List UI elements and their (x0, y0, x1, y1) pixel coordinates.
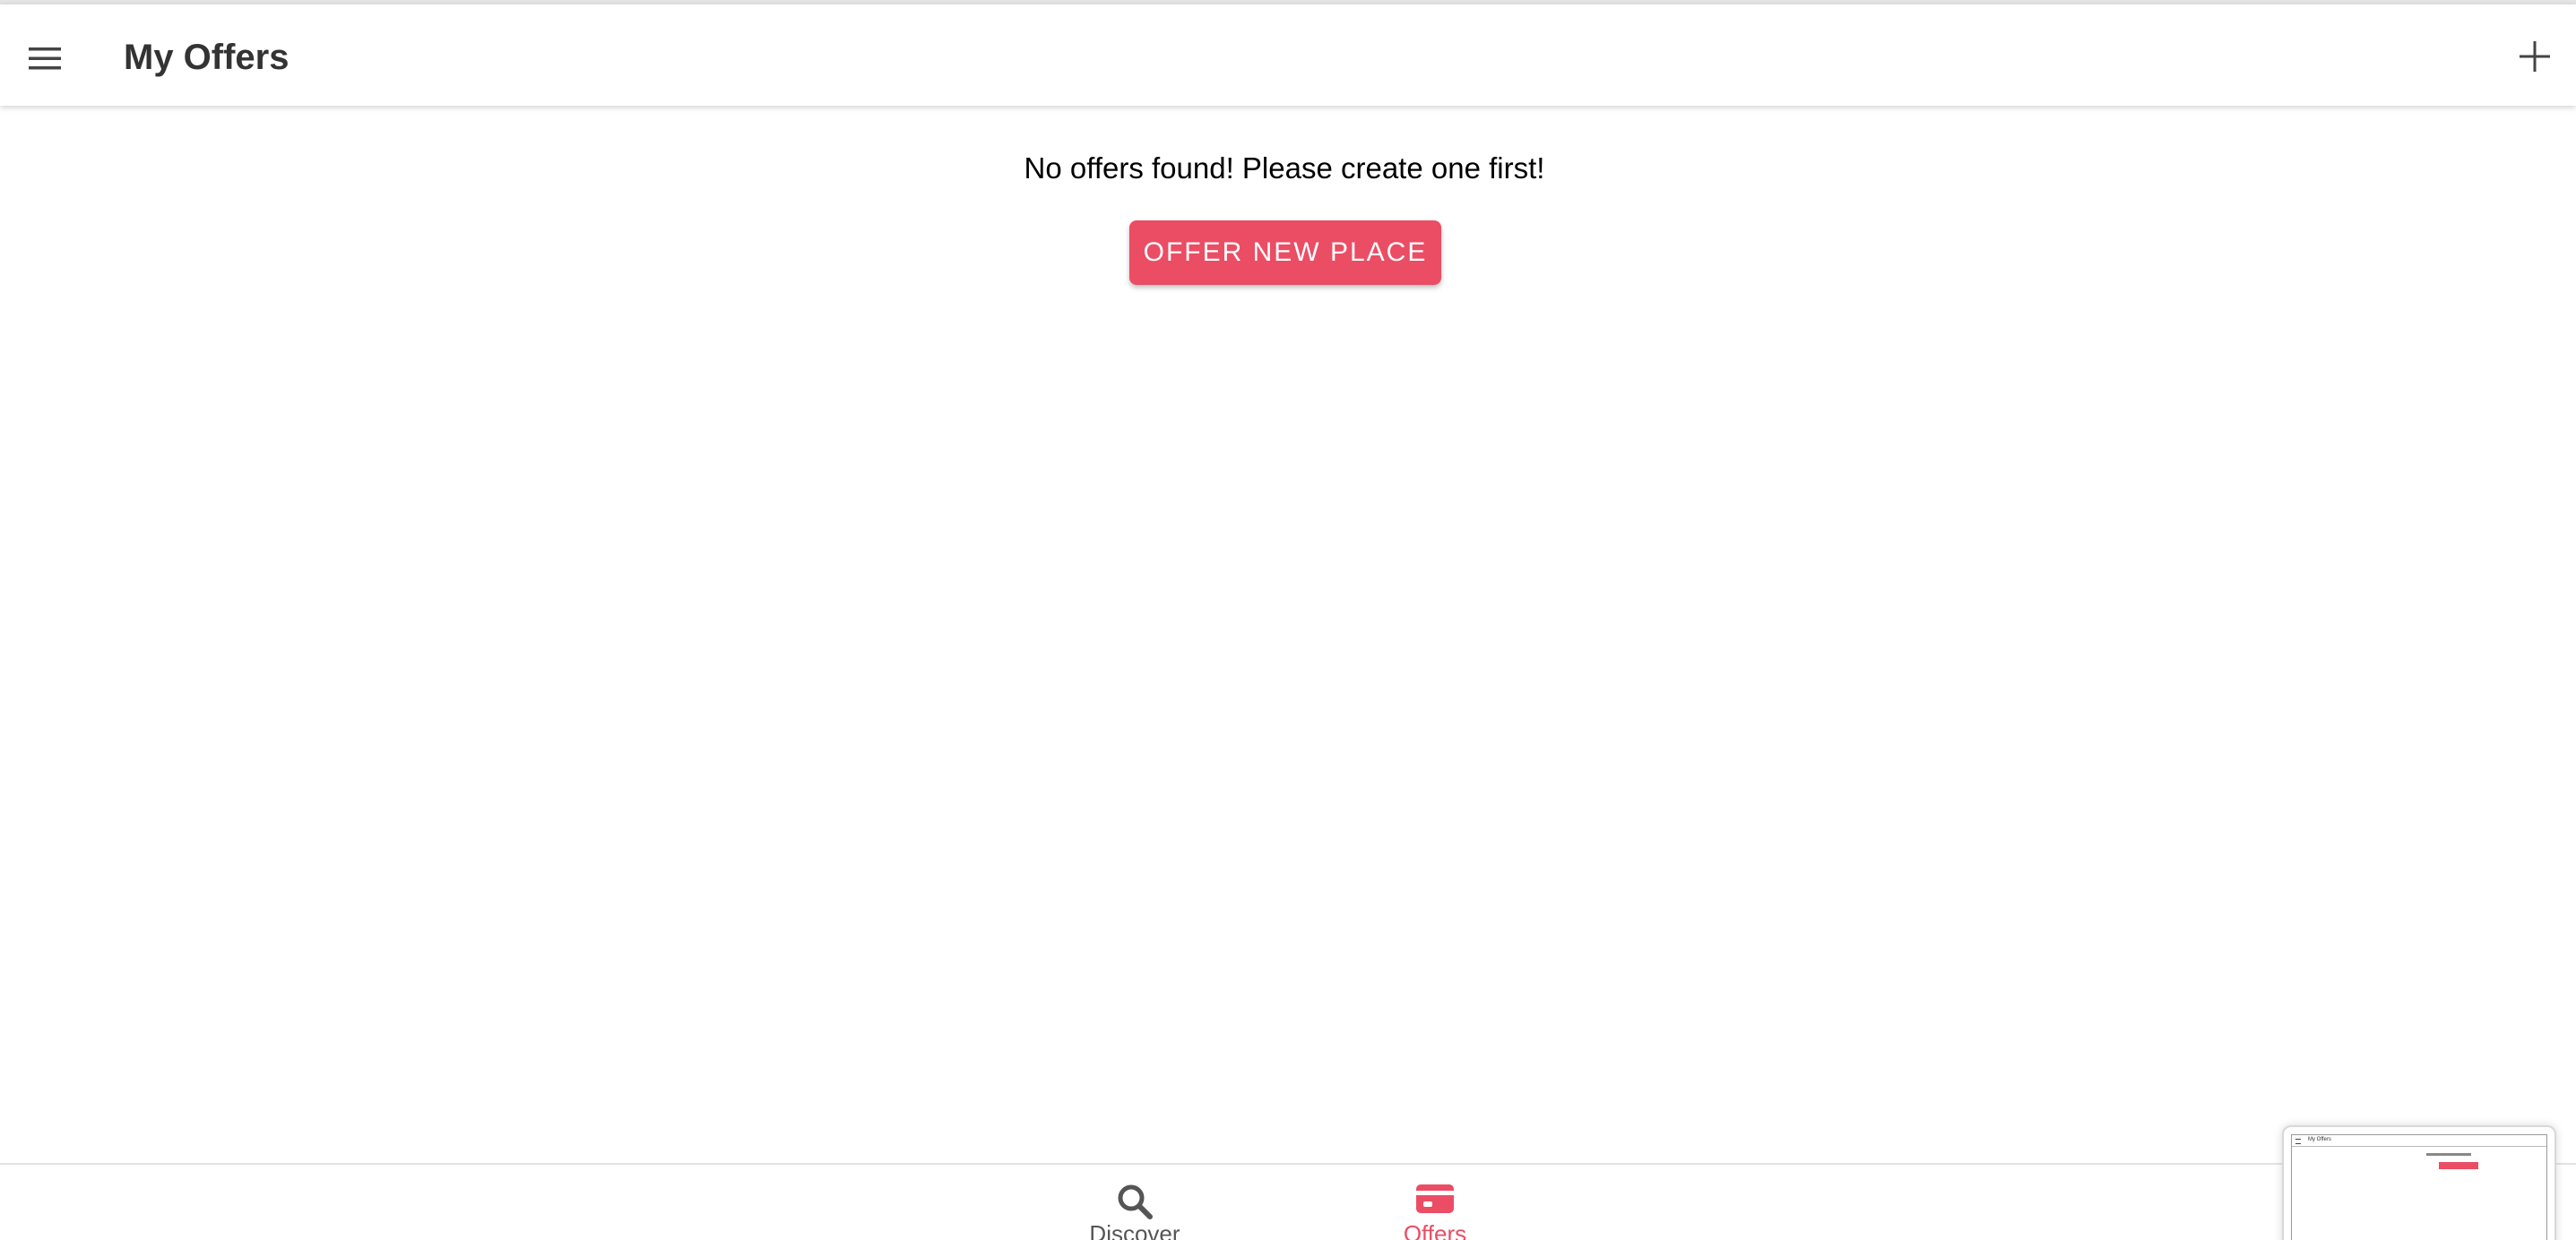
tab-offers[interactable]: Offers (1345, 1183, 1525, 1240)
bottom-tab-bar: Discover Offers (0, 1163, 2576, 1240)
menu-icon (29, 47, 61, 70)
menu-button[interactable] (16, 30, 73, 87)
thumbnail-message (2426, 1153, 2471, 1156)
add-offer-button[interactable] (2506, 28, 2563, 85)
page-title: My Offers (124, 38, 290, 77)
card-icon (1416, 1184, 1454, 1213)
header-toolbar: My Offers (0, 4, 2576, 106)
thumbnail-button (2439, 1162, 2478, 1169)
search-icon (1118, 1184, 1153, 1219)
add-icon (2520, 41, 2550, 72)
thumbnail-menu-icon (2295, 1139, 2301, 1144)
app-window: My Offers No offers found! Please create… (0, 0, 2576, 1240)
thumbnail-toolbar: My Offers (2292, 1135, 2546, 1147)
main-content: No offers found! Please create one first… (0, 106, 2576, 1163)
tab-offers-label: Offers (1403, 1220, 1467, 1240)
tab-discover-label: Discover (1089, 1220, 1180, 1240)
window-preview-thumbnail[interactable]: My Offers (2282, 1125, 2556, 1240)
empty-state-message: No offers found! Please create one first… (1024, 151, 1545, 185)
thumbnail-screen: My Offers (2291, 1134, 2547, 1240)
tab-discover[interactable]: Discover (1045, 1183, 1224, 1240)
thumbnail-title: My Offers (2308, 1137, 2331, 1142)
offer-new-place-button[interactable]: OFFER NEW PLACE (1129, 220, 1441, 285)
